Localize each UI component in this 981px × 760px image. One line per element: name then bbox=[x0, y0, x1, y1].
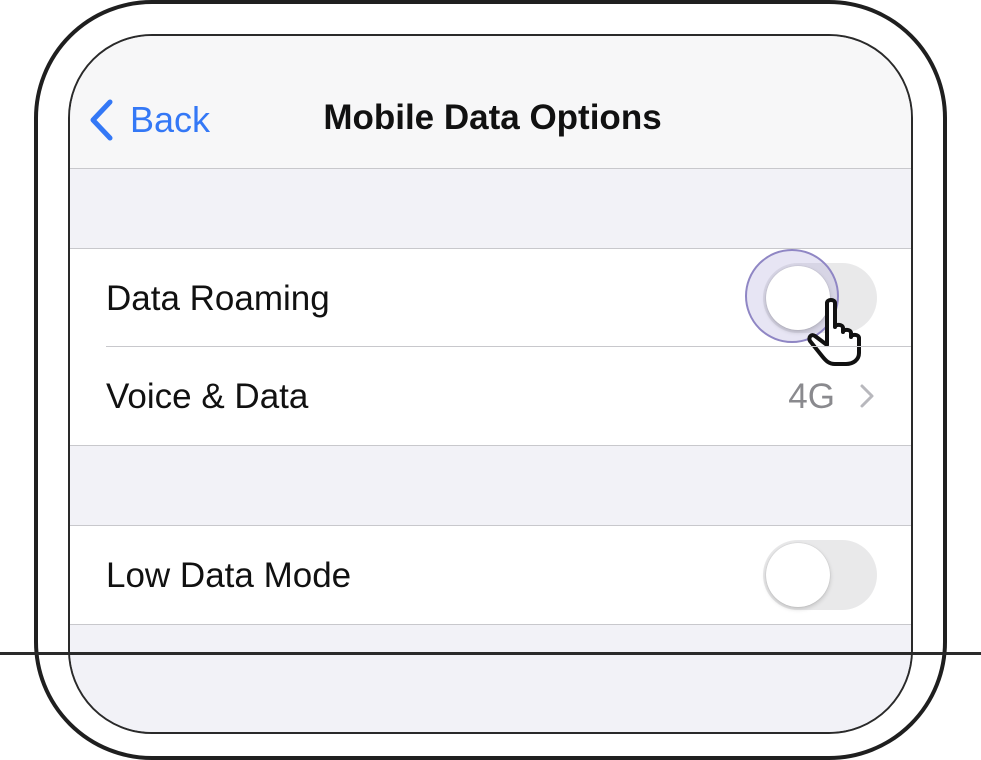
navigation-bar: Back Mobile Data Options bbox=[70, 36, 911, 169]
toggle-knob bbox=[766, 543, 830, 607]
page-title: Mobile Data Options bbox=[323, 98, 662, 137]
low-data-mode-row: Low Data Mode bbox=[70, 526, 911, 624]
low-data-mode-label: Low Data Mode bbox=[106, 555, 352, 595]
low-data-mode-toggle[interactable] bbox=[763, 540, 877, 610]
settings-group-low-data: Low Data Mode bbox=[70, 525, 911, 625]
voice-data-value: 4G bbox=[788, 376, 835, 416]
voice-data-value-area: 4G bbox=[788, 379, 875, 414]
data-roaming-label: Data Roaming bbox=[106, 278, 330, 318]
settings-group-roaming: Data Roaming Voice & Data 4G bbox=[70, 248, 911, 446]
data-roaming-row: Data Roaming bbox=[70, 249, 911, 366]
voice-data-row[interactable]: Voice & Data 4G bbox=[70, 347, 911, 445]
phone-screen: Back Mobile Data Options Data Roaming Vo… bbox=[68, 34, 913, 734]
data-roaming-toggle[interactable] bbox=[745, 249, 877, 366]
chevron-right-icon bbox=[860, 384, 874, 408]
voice-data-label: Voice & Data bbox=[106, 376, 309, 416]
settings-background bbox=[70, 625, 911, 732]
